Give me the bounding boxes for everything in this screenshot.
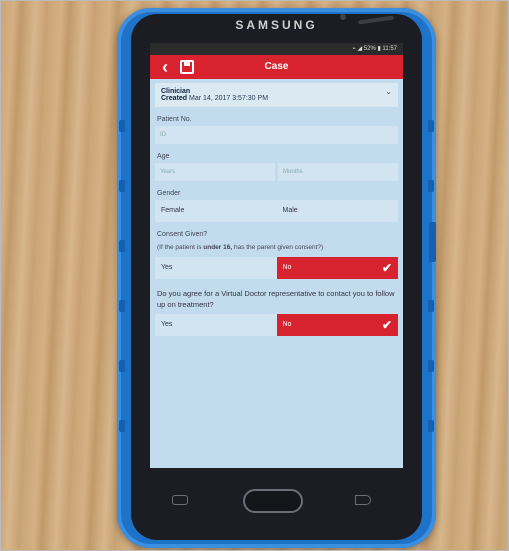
case-grip xyxy=(119,300,125,312)
power-button xyxy=(429,222,436,262)
consent-selector: Yes No ✔ xyxy=(155,257,398,279)
phone-screen: ⌁ ◢ 52% ▮ 11:57 ‹ Case Clinician Created… xyxy=(150,43,403,468)
gender-option-male[interactable]: Male xyxy=(277,200,399,222)
case-grip xyxy=(119,240,125,252)
age-months-input[interactable]: Months xyxy=(278,163,398,181)
case-info-card[interactable]: Clinician Created Mar 14, 2017 3:57:30 P… xyxy=(155,83,398,107)
consent-note: (If the patient is under 16, has the par… xyxy=(157,243,398,253)
case-grip xyxy=(428,120,434,132)
gender-selector: Female Male xyxy=(155,200,398,222)
case-grip xyxy=(428,360,434,372)
consent-note-bold: under 16, xyxy=(203,244,233,251)
followup-selector: Yes No ✔ xyxy=(155,314,398,336)
age-inputs: Years Months xyxy=(155,163,398,181)
case-grip xyxy=(428,300,434,312)
case-grip xyxy=(119,420,125,432)
checkmark-icon: ✔ xyxy=(381,318,392,332)
patient-no-label: Patient No. xyxy=(157,116,192,123)
consent-note-prefix: (If the patient is xyxy=(157,244,204,251)
case-role: Clinician xyxy=(161,88,191,95)
case-grip xyxy=(119,180,125,192)
home-button[interactable] xyxy=(243,489,303,513)
app-bar: ‹ Case xyxy=(150,55,403,79)
gender-option-female[interactable]: Female xyxy=(155,200,277,222)
consent-label: Consent Given? xyxy=(157,231,208,238)
chevron-down-icon[interactable]: ⌄ xyxy=(385,87,392,96)
case-grip xyxy=(428,180,434,192)
created-label: Created xyxy=(161,95,188,102)
gender-label: Gender xyxy=(157,190,181,197)
case-grip xyxy=(119,120,125,132)
recent-apps-icon[interactable] xyxy=(172,495,188,505)
consent-no-label: No xyxy=(282,264,292,271)
followup-yes-option[interactable]: Yes xyxy=(155,314,277,336)
status-bar: ⌁ ◢ 52% ▮ 11:57 xyxy=(150,43,403,55)
followup-no-option[interactable]: No ✔ xyxy=(276,314,398,336)
back-icon[interactable] xyxy=(355,495,371,505)
consent-no-option[interactable]: No ✔ xyxy=(276,257,398,279)
case-grip xyxy=(428,420,434,432)
followup-no-label: No xyxy=(282,321,292,328)
consent-yes-option[interactable]: Yes xyxy=(155,257,277,279)
case-grip xyxy=(119,360,125,372)
checkmark-icon: ✔ xyxy=(381,261,392,275)
case-form: Clinician Created Mar 14, 2017 3:57:30 P… xyxy=(150,83,403,336)
followup-question: Do you agree for a Virtual Doctor repres… xyxy=(157,289,395,309)
front-camera xyxy=(340,14,346,20)
age-label: Age xyxy=(157,153,170,160)
created-value: Mar 14, 2017 3:57:30 PM xyxy=(189,95,269,102)
consent-note-suffix: has the parent given consent?) xyxy=(232,244,324,251)
page-title: Case xyxy=(264,61,289,72)
patient-no-input[interactable]: ID xyxy=(155,126,398,144)
age-years-input[interactable]: Years xyxy=(155,163,275,181)
